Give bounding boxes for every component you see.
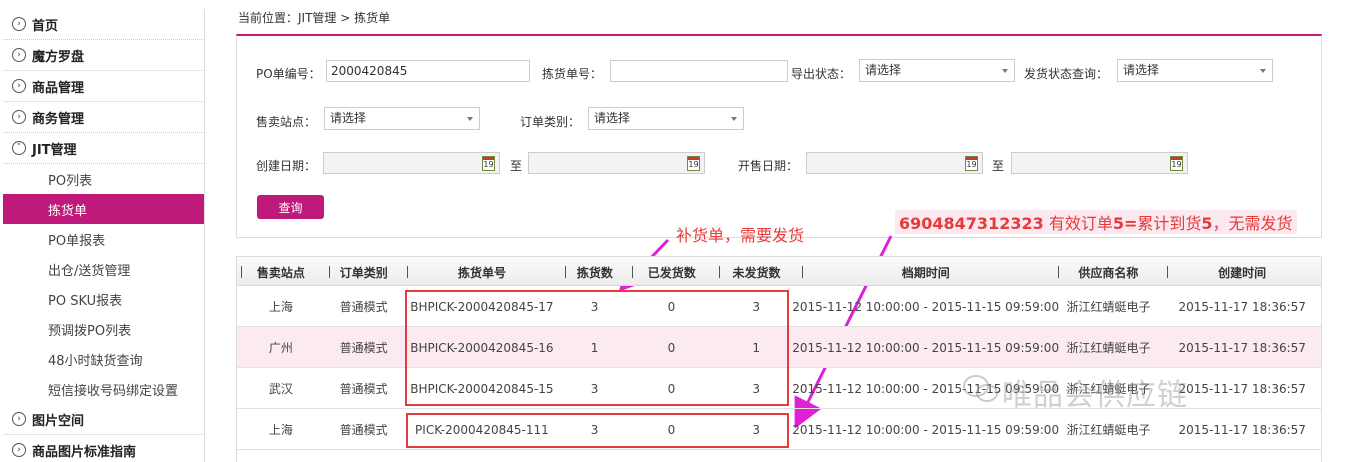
column-separator <box>406 266 408 278</box>
column-header[interactable]: 拣货单号 <box>403 257 562 287</box>
column-header-label: 订单类别 <box>339 265 388 280</box>
column-header[interactable]: 已发货数 <box>628 257 715 287</box>
table-cell: 浙江红蜻蜓电子 <box>1066 300 1151 314</box>
column-header-label: 未发货数 <box>732 265 781 280</box>
column-header-label: 售卖站点 <box>256 265 305 280</box>
column-separator <box>1167 266 1169 278</box>
watermark-text: 唯品会供应链 <box>1002 378 1188 413</box>
table-cell: 2015-11-17 18:36:57 <box>1178 422 1306 437</box>
column-header-label: 创建时间 <box>1218 265 1267 280</box>
table-header: 售卖站点 订单类别 拣货单号 拣货数 已发货数 未发货数 档期时间 供应商名称 创建时间 <box>237 256 1321 286</box>
table-cell: 普通模式 <box>339 300 388 314</box>
table-cell: 武汉 <box>268 382 293 396</box>
table-cell: 2015-11-17 18:36:57 <box>1178 299 1306 314</box>
column-header[interactable]: 订单类别 <box>325 257 403 287</box>
column-header-label: 已发货数 <box>647 265 696 280</box>
column-header[interactable]: 售卖站点 <box>237 257 325 287</box>
column-header[interactable]: 档期时间 <box>798 257 1054 287</box>
column-header-label: 拣货数 <box>576 265 613 280</box>
table-cell: 2015-11-17 18:36:57 <box>1178 340 1306 355</box>
column-separator <box>801 266 803 278</box>
table-cell: 普通模式 <box>339 382 388 396</box>
column-header-label: 供应商名称 <box>1078 265 1139 280</box>
table-cell: 上海 <box>268 423 293 437</box>
column-header[interactable]: 拣货数 <box>561 257 628 287</box>
table-cell: 浙江红蜻蜓电子 <box>1066 341 1151 355</box>
column-separator <box>1057 266 1059 278</box>
highlight-box-restock <box>405 290 789 406</box>
table-cell: 普通模式 <box>339 423 388 437</box>
table-cell: 广州 <box>268 341 293 355</box>
column-header[interactable]: 未发货数 <box>715 257 798 287</box>
table-cell: 2015-11-12 10:00:00 - 2015-11-15 09:59:0… <box>792 422 1060 437</box>
column-header-label: 档期时间 <box>901 265 950 280</box>
table-cell: 浙江红蜻蜓电子 <box>1066 423 1151 437</box>
column-separator <box>328 266 330 278</box>
table-cell: 2015-11-12 10:00:00 - 2015-11-15 09:59:0… <box>792 340 1060 355</box>
column-separator <box>719 266 721 278</box>
column-separator <box>632 266 634 278</box>
table-cell: 2015-11-12 10:00:00 - 2015-11-15 09:59:0… <box>792 299 1060 314</box>
highlight-box-pick <box>406 413 789 448</box>
table-cell: 普通模式 <box>339 341 388 355</box>
column-separator <box>241 266 242 278</box>
table-cell: 上海 <box>268 300 293 314</box>
column-header[interactable]: 供应商名称 <box>1054 257 1164 287</box>
column-header[interactable]: 创建时间 <box>1163 257 1321 287</box>
column-header-label: 拣货单号 <box>458 265 507 280</box>
column-separator <box>565 266 567 278</box>
wechat-icon <box>963 375 998 402</box>
